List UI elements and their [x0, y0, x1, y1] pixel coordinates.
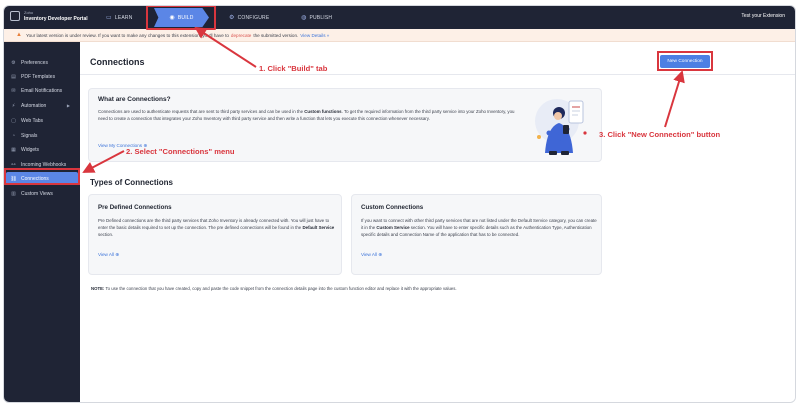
gear-icon: ⚙	[11, 59, 16, 66]
brand[interactable]: Zoho Inventory Developer Portal	[10, 10, 88, 22]
title-divider	[80, 74, 795, 75]
deprecate-link[interactable]: deprecate	[231, 33, 251, 38]
person-with-phone-illustration-icon	[535, 99, 587, 155]
custom-connections-card: Custom Connections If you want to connec…	[351, 194, 602, 275]
sidebar-item-widgets[interactable]: ▦ Widgets	[6, 143, 78, 156]
test-extension-link[interactable]: Test your Extension	[741, 13, 785, 19]
book-icon: ▭	[106, 15, 112, 21]
sidebar-item-automation[interactable]: ⚡ Automation ▶	[6, 99, 78, 112]
predefined-connections-card: Pre Defined Connections Pre Defined conn…	[88, 194, 342, 275]
widget-icon: ▦	[11, 146, 16, 153]
annotation-step-2: 2. Select "Connections" menu	[126, 147, 235, 156]
card-description: If you want to connect with other third …	[361, 218, 597, 238]
top-bar: Zoho Inventory Developer Portal ▭ LEARN …	[4, 6, 795, 29]
sidebar-item-email-notifications[interactable]: ✉ Email Notifications	[6, 84, 78, 97]
tab-configure[interactable]: ⚙ CONFIGURE	[229, 6, 269, 29]
view-all-custom-link[interactable]: View All ⊕	[361, 252, 382, 258]
gear-icon: ⚙	[229, 15, 235, 21]
review-banner: ▲ Your latest version is under review. I…	[4, 29, 795, 42]
card-title: Pre Defined Connections	[98, 204, 172, 211]
tab-publish[interactable]: ◍ PUBLISH	[301, 6, 332, 29]
card-title: Custom Connections	[361, 204, 424, 211]
app-window: Zoho Inventory Developer Portal ▭ LEARN …	[3, 5, 796, 403]
mail-icon: ✉	[11, 87, 16, 94]
page-title: Connections	[90, 57, 145, 67]
signal-icon: ◔	[11, 132, 16, 139]
card-title: What are Connections?	[98, 96, 171, 103]
sidebar-item-signals[interactable]: ◔ Signals	[6, 129, 78, 142]
view-all-predefined-link[interactable]: View All ⊕	[98, 252, 119, 258]
sidebar-item-web-tabs[interactable]: ▢ Web Tabs	[6, 114, 78, 127]
note-text: NOTE: To use the connection that you hav…	[91, 286, 457, 291]
zoho-logo-icon	[10, 11, 20, 21]
new-connection-button[interactable]: New Connection	[660, 55, 710, 68]
tab-icon: ▢	[11, 117, 16, 124]
sidebar-item-pdf-templates[interactable]: ▤ PDF Templates	[6, 70, 78, 83]
card-description: Pre Defined connections are the third pa…	[98, 218, 335, 238]
tab-learn[interactable]: ▭ LEARN	[106, 6, 133, 29]
card-description: Connections are used to authenticate req…	[98, 109, 515, 122]
sidebar-item-preferences[interactable]: ⚙ Preferences	[6, 56, 78, 69]
brand-name: Inventory Developer Portal	[24, 16, 88, 22]
view-icon: ▥	[11, 190, 16, 197]
automation-icon: ⚡	[11, 102, 16, 109]
view-details-link[interactable]: View Details »	[300, 33, 329, 38]
sidebar-item-custom-views[interactable]: ▥ Custom Views	[6, 187, 78, 200]
globe-icon: ◍	[301, 15, 307, 21]
connections-menu-highlight-box	[4, 168, 80, 185]
document-icon: ▤	[11, 73, 16, 80]
warning-icon: ▲	[16, 32, 22, 38]
types-of-connections-heading: Types of Connections	[90, 178, 173, 187]
chevron-right-icon: ▶	[66, 103, 70, 108]
main-content: Connections New Connection What are Conn…	[80, 42, 795, 402]
webhook-icon: ⚯	[11, 161, 16, 168]
sidebar: ⚙ Preferences ▤ PDF Templates ✉ Email No…	[4, 42, 80, 402]
annotation-step-1: 1. Click "Build" tab	[259, 64, 328, 73]
annotation-step-3: 3. Click "New Connection" button	[599, 130, 721, 139]
build-tab-highlight-box	[146, 6, 216, 30]
